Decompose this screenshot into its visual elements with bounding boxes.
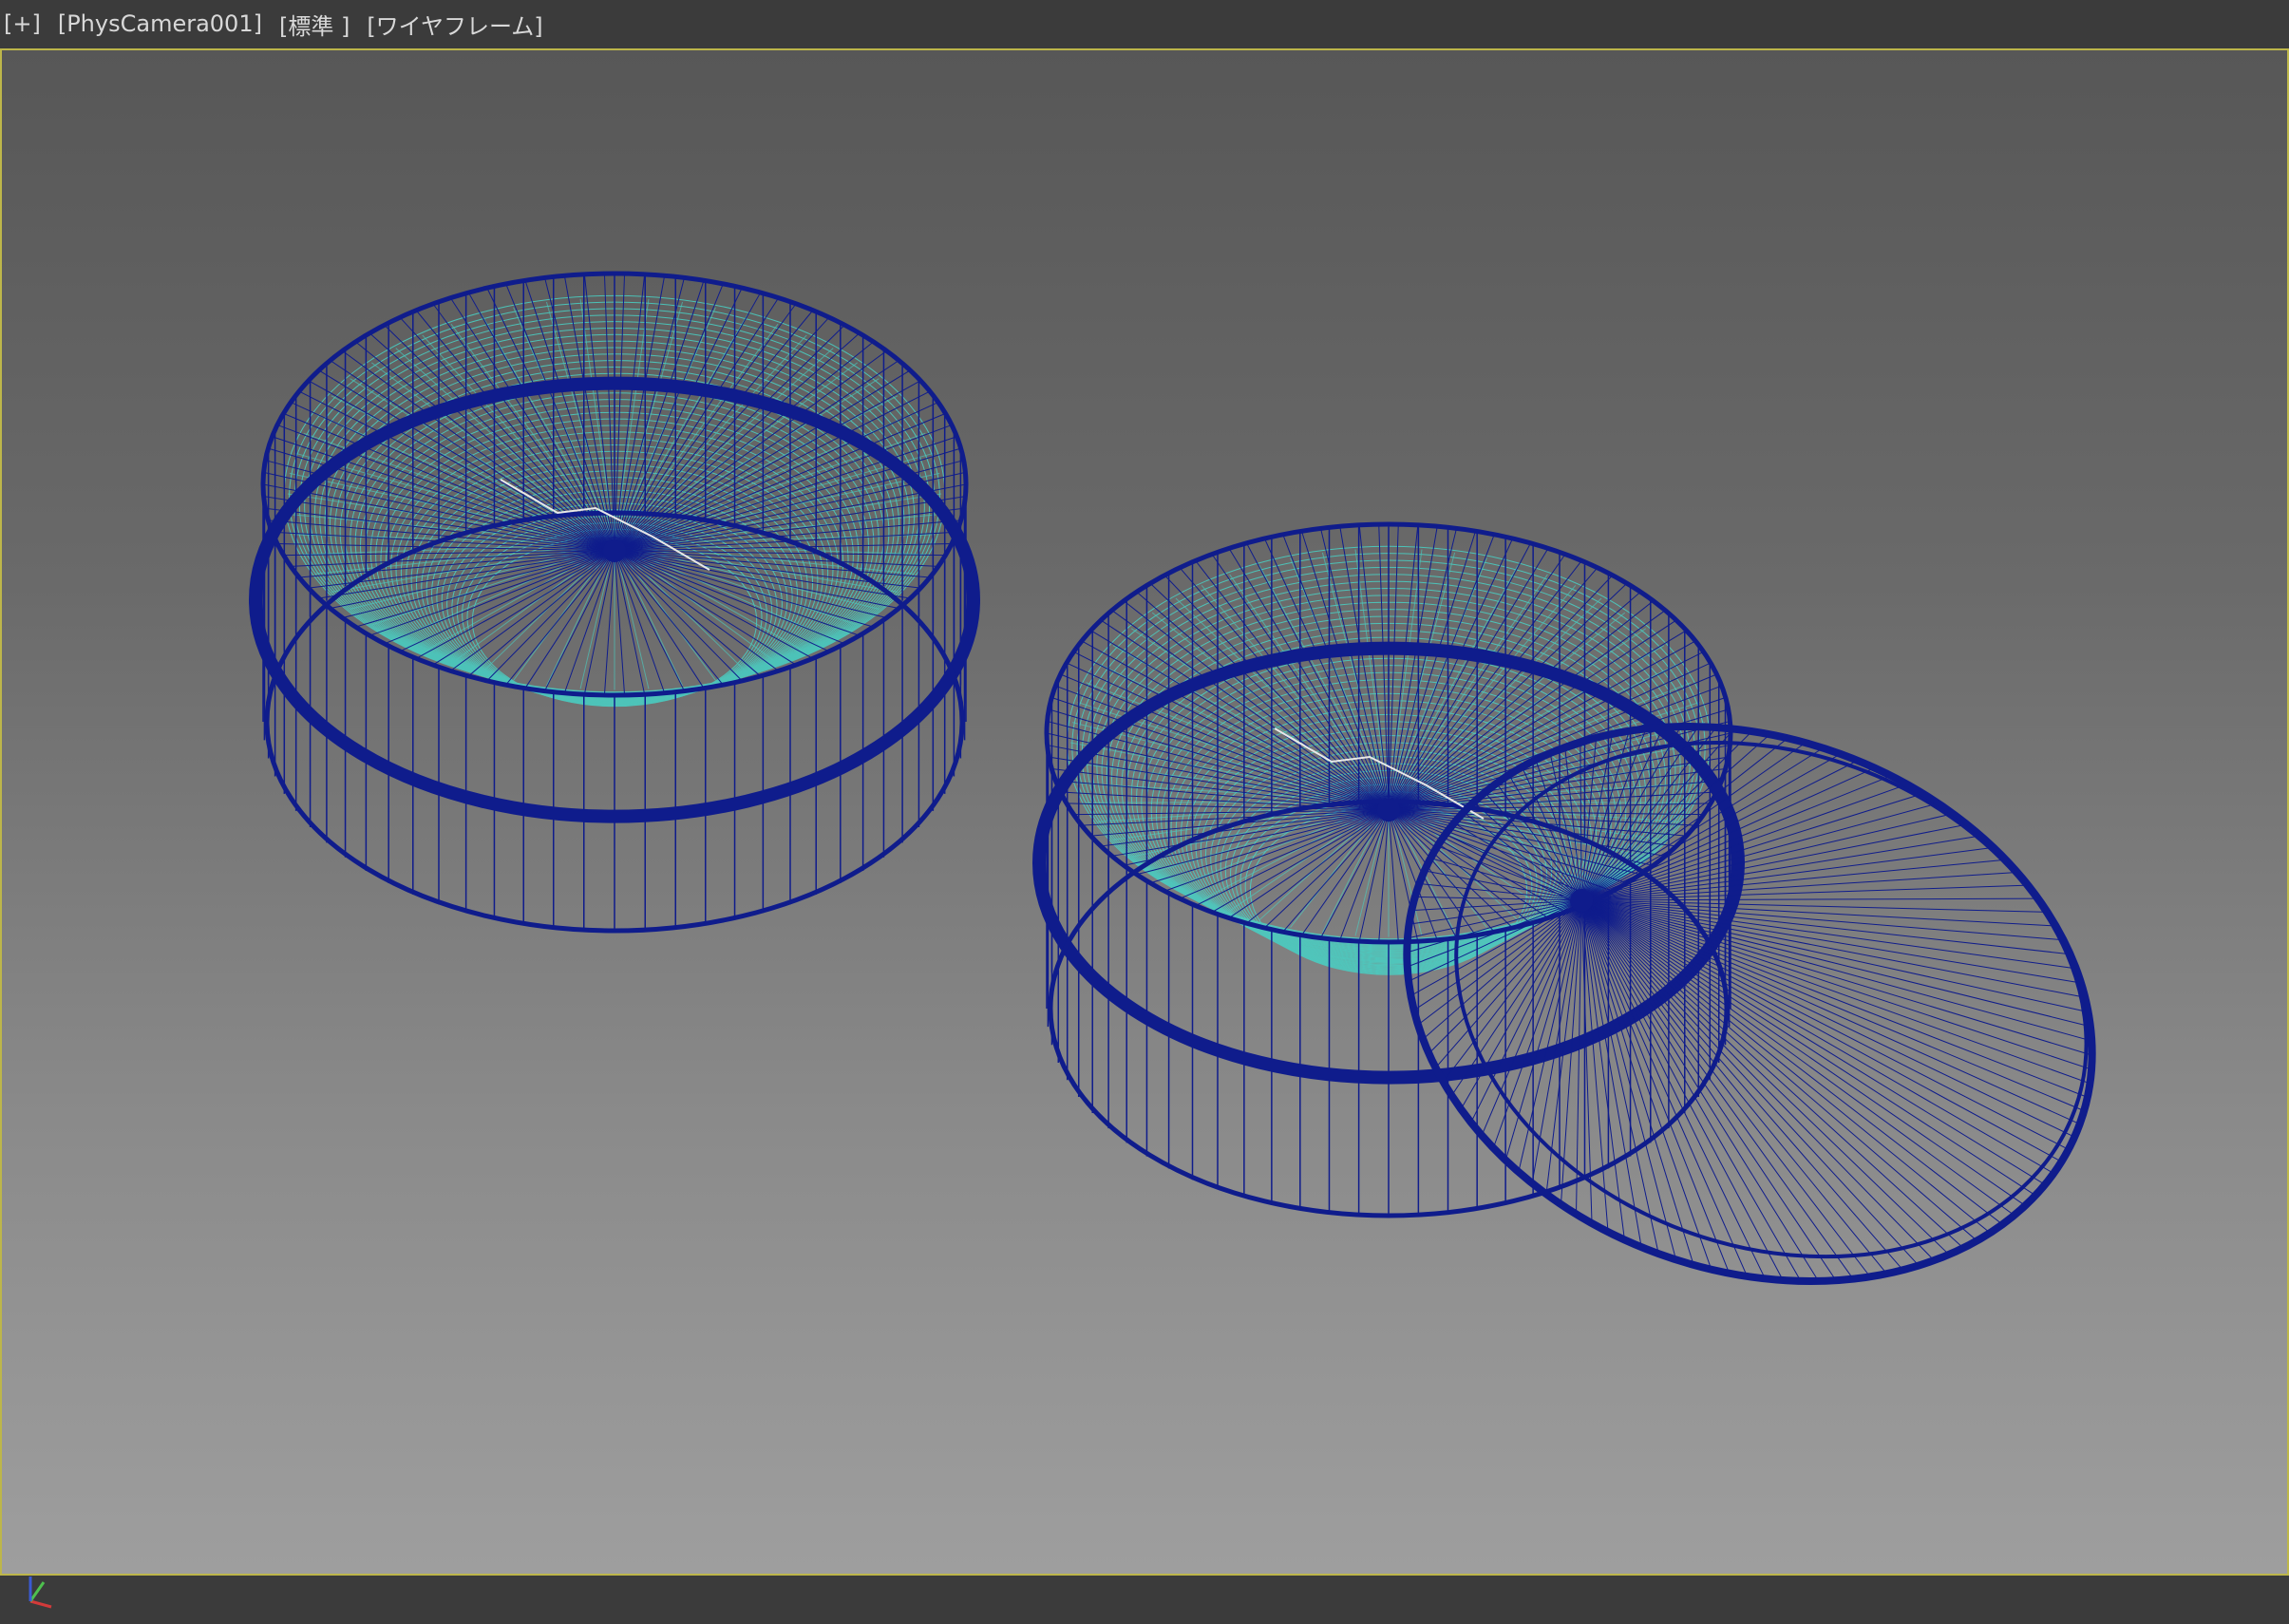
viewport-menu-button[interactable]: [+] bbox=[4, 10, 41, 37]
viewport-shading-label[interactable]: [標準 ] bbox=[279, 8, 350, 41]
lid-right[interactable] bbox=[1329, 633, 2171, 1373]
wireframe-scene bbox=[249, 271, 2171, 1373]
container-left[interactable] bbox=[249, 271, 980, 934]
viewport-status-strip bbox=[0, 1576, 2289, 1624]
axis-tripod-icon bbox=[28, 1577, 52, 1609]
axis-y-line bbox=[28, 1581, 46, 1602]
active-viewport[interactable] bbox=[0, 48, 2289, 1576]
container-right-pivot bbox=[1377, 799, 1400, 822]
viewport-display-mode-label[interactable]: [ワイヤフレーム] bbox=[367, 8, 542, 41]
viewport-camera-label[interactable]: [PhysCamera001] bbox=[58, 10, 262, 37]
axis-x-line bbox=[29, 1599, 52, 1609]
viewport-label-bar: [+] [PhysCamera001] [標準 ] [ワイヤフレーム] bbox=[0, 0, 2289, 47]
container-left-pivot bbox=[603, 539, 626, 562]
app-window: [+] [PhysCamera001] [標準 ] [ワイヤフレーム] bbox=[0, 0, 2289, 1624]
